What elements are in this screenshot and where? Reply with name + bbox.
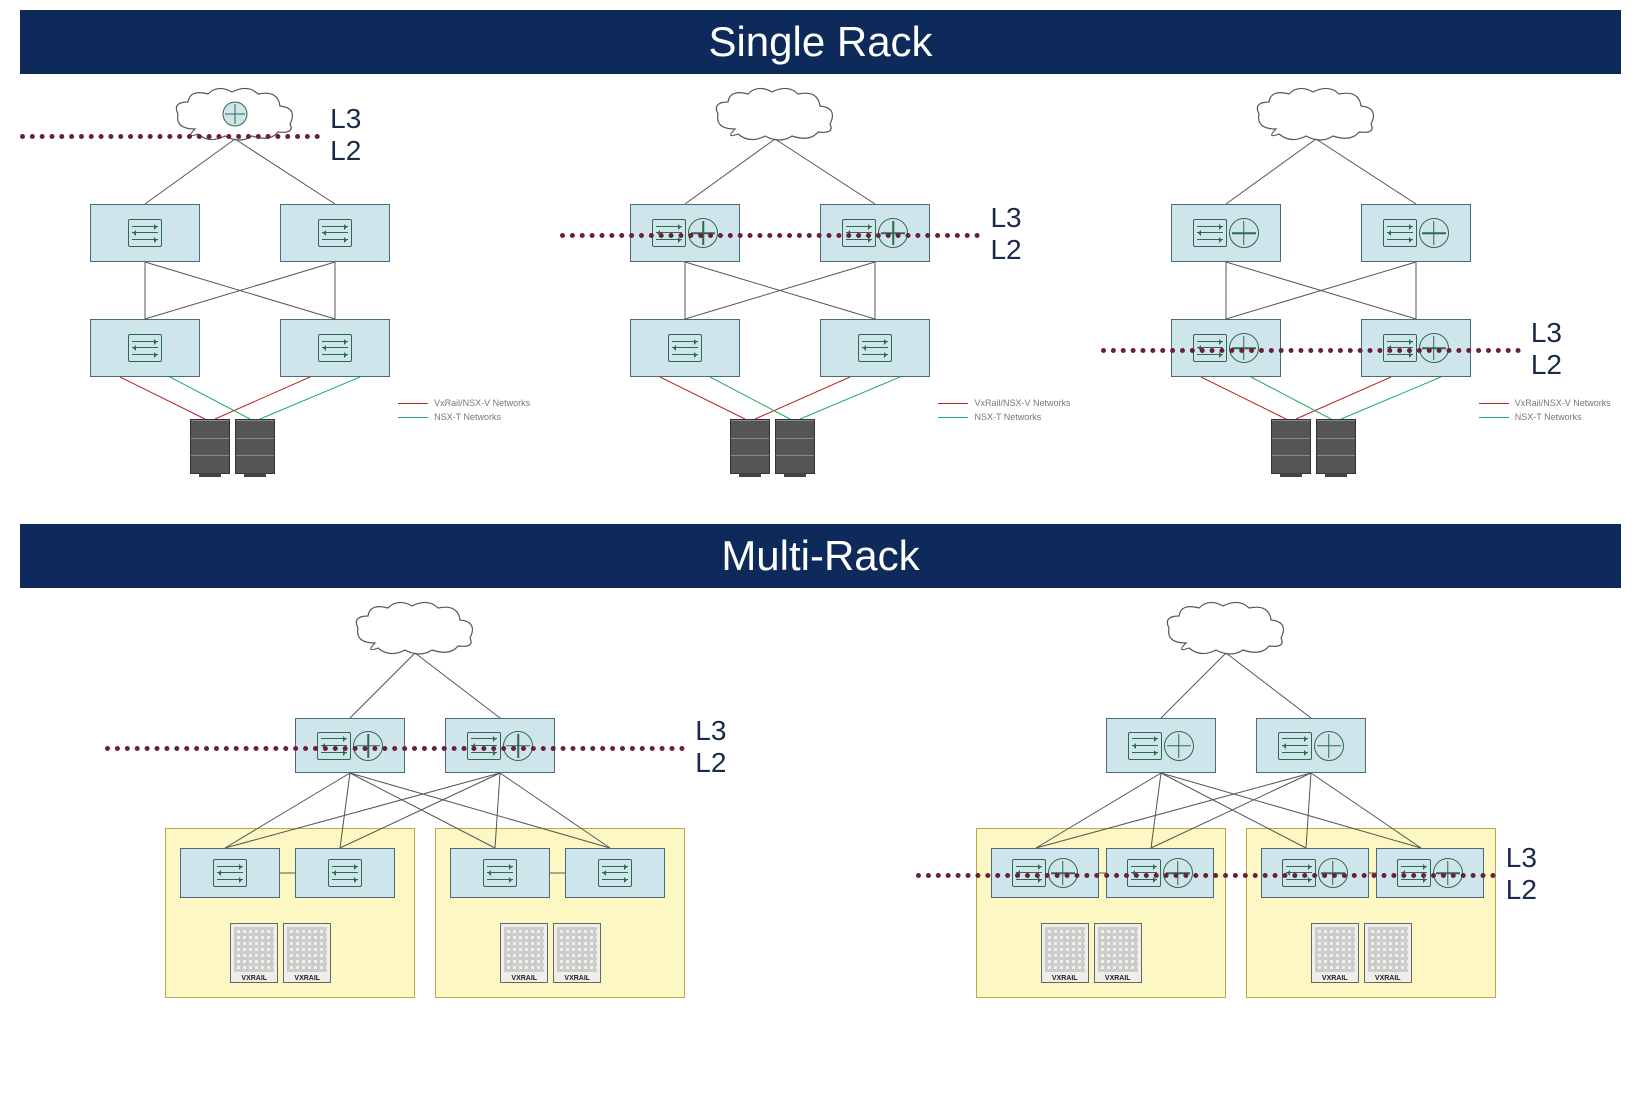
rack-switch-2b bbox=[565, 848, 665, 898]
spine-switch-1 bbox=[1106, 718, 1216, 773]
server-2 bbox=[235, 419, 275, 474]
rack-node-2-1: VXRAIL bbox=[500, 923, 548, 983]
legend: VxRail/NSX-V Networks NSX-T Networks bbox=[398, 396, 530, 424]
switch-icon bbox=[328, 859, 362, 887]
l2-l3-boundary bbox=[560, 233, 980, 238]
rack-switch-1a bbox=[180, 848, 280, 898]
l2-label: L2 bbox=[1531, 350, 1562, 379]
legend-vxrail: VxRail/NSX-V Networks bbox=[1515, 396, 1611, 410]
spine-switch-1 bbox=[1171, 204, 1281, 262]
cloud-icon bbox=[710, 84, 840, 144]
router-icon bbox=[1229, 218, 1259, 248]
l2-l3-boundary bbox=[20, 134, 320, 139]
switch-icon bbox=[1383, 219, 1417, 247]
server-1 bbox=[730, 419, 770, 474]
l2-l3-boundary bbox=[1101, 348, 1521, 353]
router-icon bbox=[1419, 218, 1449, 248]
l2-l3-boundary bbox=[916, 873, 1496, 878]
l2-label: L2 bbox=[1506, 875, 1537, 904]
l2-label: L2 bbox=[330, 136, 361, 165]
rack-node-1-1: VXRAIL bbox=[230, 923, 278, 983]
l2-label: L2 bbox=[990, 235, 1021, 264]
leaf-switch-1 bbox=[90, 319, 200, 377]
rack-node-1-2: VXRAIL bbox=[283, 923, 331, 983]
leaf-switch-1 bbox=[630, 319, 740, 377]
rack-node-1-2: VXRAIL bbox=[1094, 923, 1142, 983]
leaf-switch-2 bbox=[820, 319, 930, 377]
cloud-icon bbox=[1251, 84, 1381, 144]
switch-icon bbox=[668, 334, 702, 362]
l3-label: L3 bbox=[1506, 843, 1537, 872]
switch-icon bbox=[1278, 732, 1312, 760]
legend-nsxt: NSX-T Networks bbox=[974, 410, 1041, 424]
legend: VxRail/NSX-V Networks NSX-T Networks bbox=[1479, 396, 1611, 424]
legend-nsxt: NSX-T Networks bbox=[1515, 410, 1582, 424]
l2-label: L2 bbox=[695, 748, 726, 777]
router-icon bbox=[1164, 731, 1194, 761]
switch-icon bbox=[128, 219, 162, 247]
diagram-mr1: VXRAIL VXRAIL VXRAIL VXRAIL L3 L2 bbox=[105, 598, 725, 1018]
switch-icon bbox=[128, 334, 162, 362]
server-2 bbox=[1316, 419, 1356, 474]
diagram-sr3: VxRail/NSX-V Networks NSX-T Networks L3 … bbox=[1101, 84, 1621, 484]
single-rack-row: VxRail/NSX-V Networks NSX-T Networks L3 … bbox=[10, 84, 1631, 484]
router-icon bbox=[1314, 731, 1344, 761]
cloud-icon bbox=[1161, 598, 1291, 658]
rack-switch-1b bbox=[295, 848, 395, 898]
rack-switch-2a bbox=[450, 848, 550, 898]
leaf-switch-2 bbox=[280, 319, 390, 377]
multi-rack-row: VXRAIL VXRAIL VXRAIL VXRAIL L3 L2 bbox=[10, 598, 1631, 1018]
cloud-icon bbox=[350, 598, 480, 658]
rack-node-1-1: VXRAIL bbox=[1041, 923, 1089, 983]
switch-icon bbox=[318, 219, 352, 247]
section-header-multi-rack: Multi-Rack bbox=[20, 524, 1621, 588]
l3-label: L3 bbox=[695, 716, 726, 745]
rack-node-2-2: VXRAIL bbox=[553, 923, 601, 983]
legend-vxrail: VxRail/NSX-V Networks bbox=[434, 396, 530, 410]
server-1 bbox=[1271, 419, 1311, 474]
spine-switch-2 bbox=[1256, 718, 1366, 773]
l3-label: L3 bbox=[1531, 318, 1562, 347]
spine-switch-2 bbox=[280, 204, 390, 262]
spine-switch-1 bbox=[90, 204, 200, 262]
l2-l3-boundary bbox=[105, 746, 685, 751]
legend: VxRail/NSX-V Networks NSX-T Networks bbox=[938, 396, 1070, 424]
rack-node-2-1: VXRAIL bbox=[1311, 923, 1359, 983]
spine-switch-2 bbox=[1361, 204, 1471, 262]
switch-icon bbox=[318, 334, 352, 362]
diagram-sr2: VxRail/NSX-V Networks NSX-T Networks L3 … bbox=[560, 84, 1080, 484]
diagram-sr1: VxRail/NSX-V Networks NSX-T Networks L3 … bbox=[20, 84, 540, 484]
server-2 bbox=[775, 419, 815, 474]
diagram-mr2: VXRAIL VXRAIL VXRAIL VXRAIL L3 L2 bbox=[916, 598, 1536, 1018]
switch-icon bbox=[598, 859, 632, 887]
switch-icon bbox=[483, 859, 517, 887]
switch-icon bbox=[1193, 219, 1227, 247]
rack-node-2-2: VXRAIL bbox=[1364, 923, 1412, 983]
switch-icon bbox=[858, 334, 892, 362]
server-1 bbox=[190, 419, 230, 474]
legend-nsxt: NSX-T Networks bbox=[434, 410, 501, 424]
switch-icon bbox=[1128, 732, 1162, 760]
switch-icon bbox=[213, 859, 247, 887]
legend-vxrail: VxRail/NSX-V Networks bbox=[974, 396, 1070, 410]
l3-label: L3 bbox=[990, 203, 1021, 232]
l3-label: L3 bbox=[330, 104, 361, 133]
section-header-single-rack: Single Rack bbox=[20, 10, 1621, 74]
